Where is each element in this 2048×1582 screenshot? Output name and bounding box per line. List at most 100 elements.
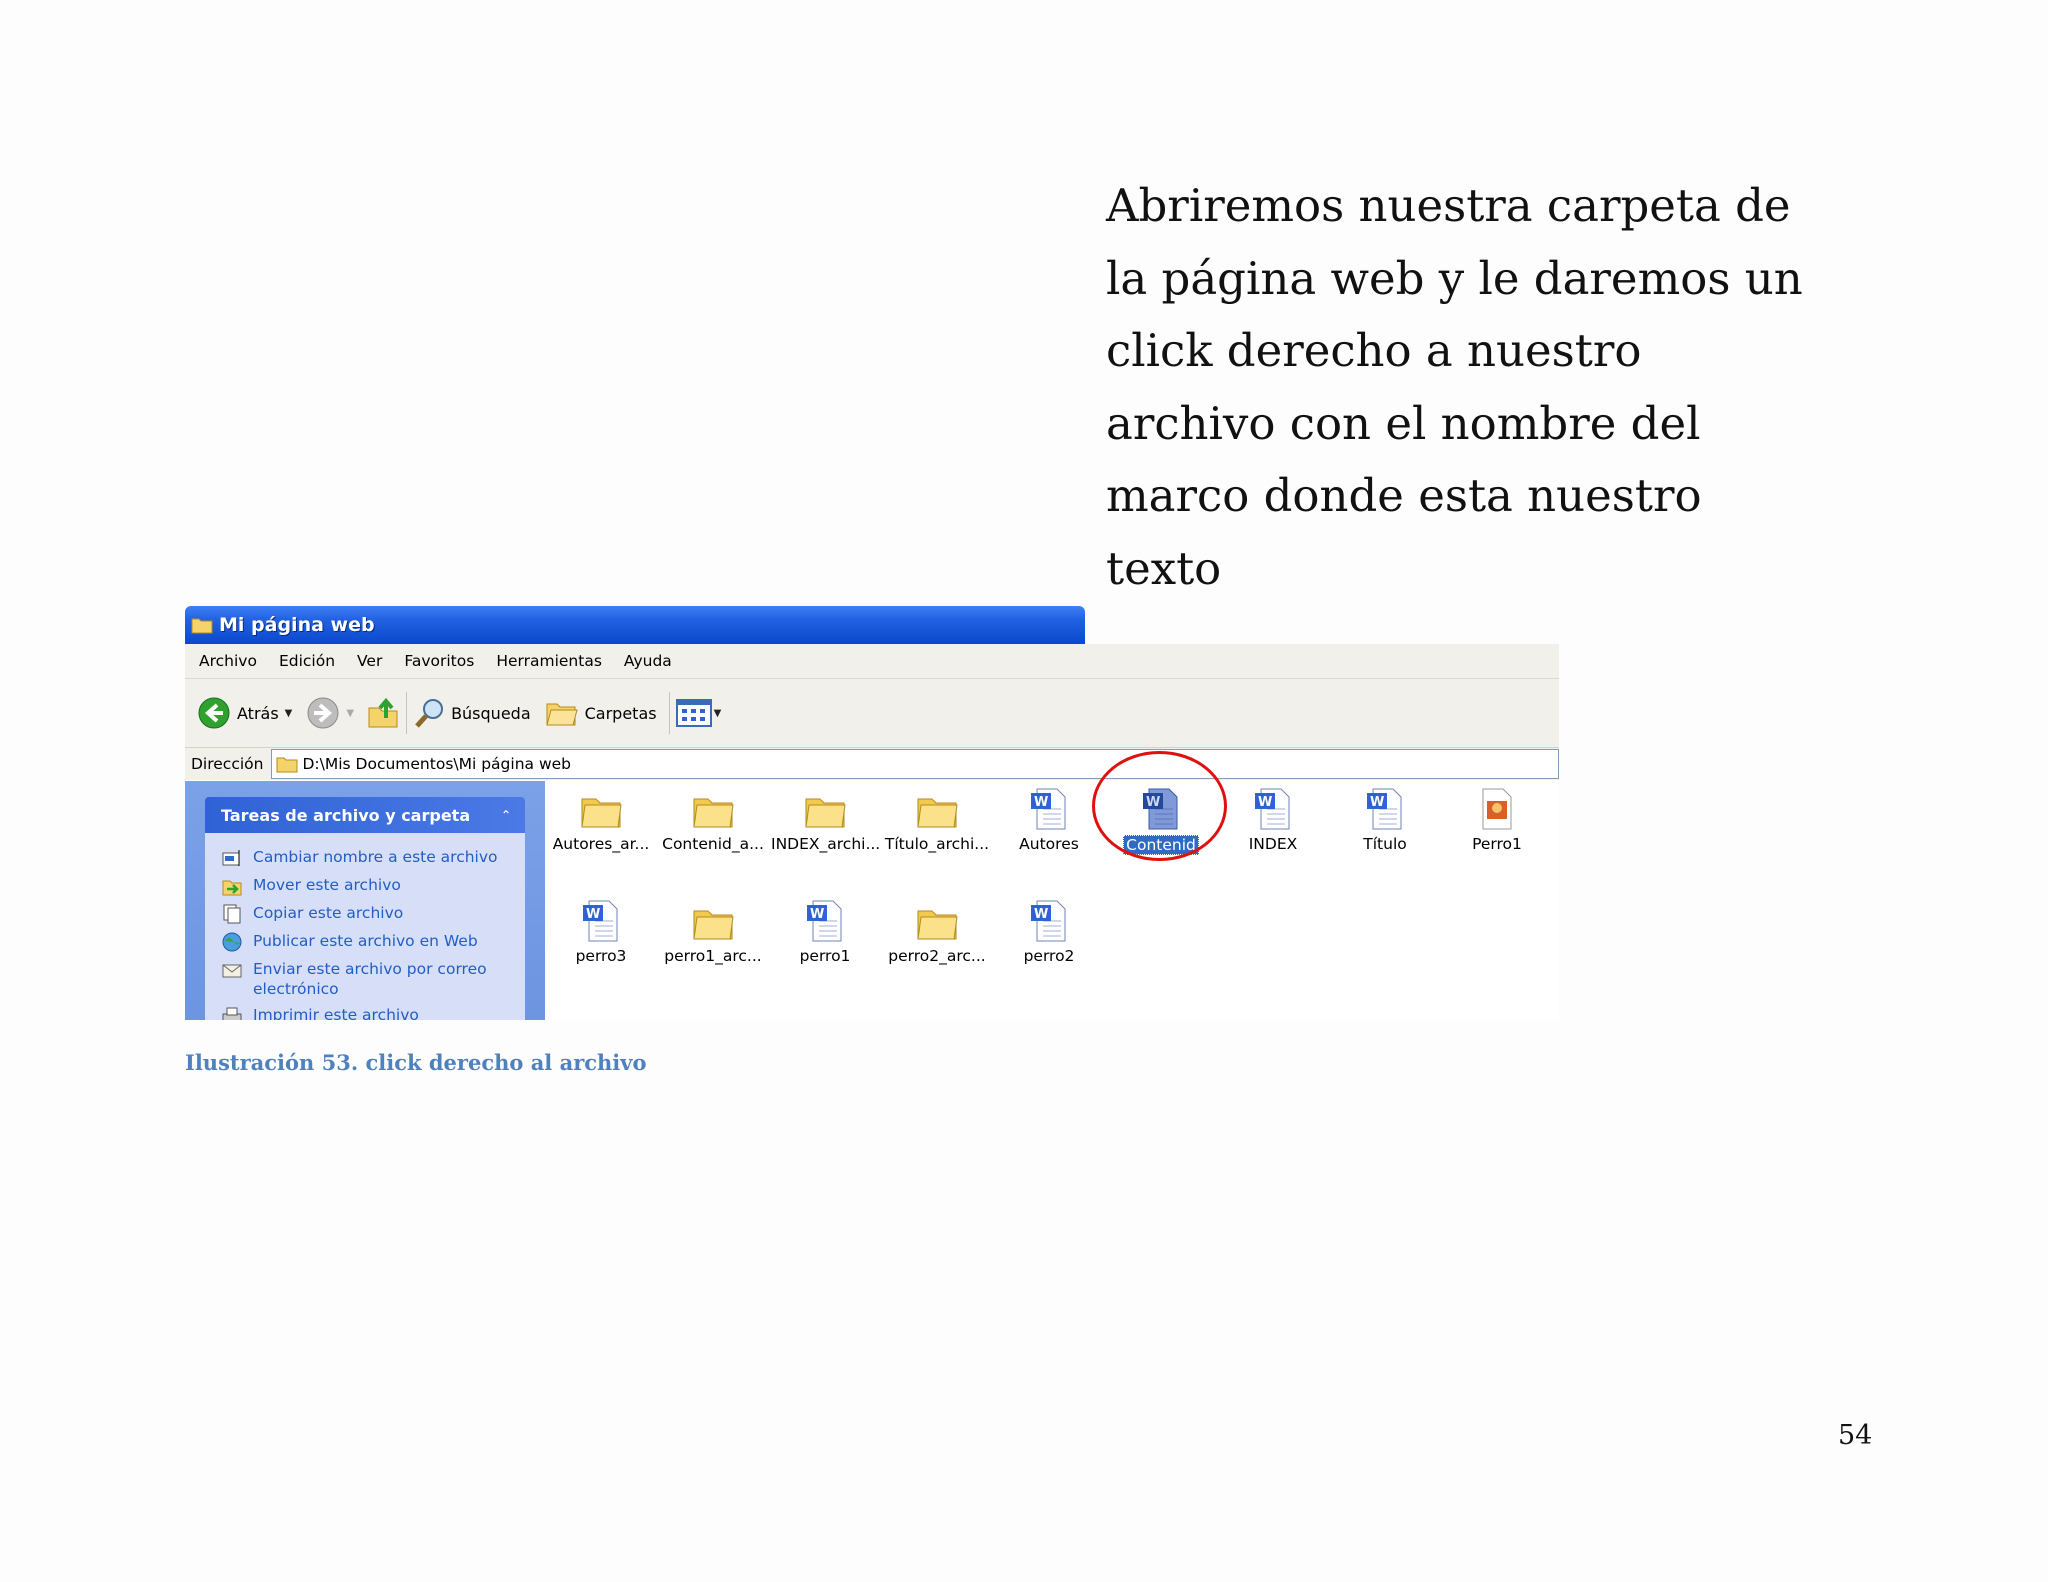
svg-text:W: W bbox=[810, 907, 824, 922]
folder-icon bbox=[581, 798, 622, 828]
file-label: perro1 bbox=[799, 947, 851, 965]
file-folder-tasks-panel: Tareas de archivo y carpeta ⌃ Cambiar no… bbox=[205, 797, 525, 1020]
explorer-screenshot: Mi página web Archivo Edición Ver Favori… bbox=[185, 606, 1559, 1020]
svg-text:W: W bbox=[1034, 907, 1048, 922]
back-arrow-icon bbox=[198, 697, 230, 729]
menu-archivo[interactable]: Archivo bbox=[199, 652, 257, 670]
folder-icon bbox=[276, 757, 298, 773]
tasks-panel-title: Tareas de archivo y carpeta bbox=[221, 805, 471, 825]
menu-bar: Archivo Edición Ver Favoritos Herramient… bbox=[185, 644, 1559, 679]
file-label: perro1_arc... bbox=[664, 947, 762, 965]
up-folder-icon bbox=[368, 697, 398, 728]
figure-caption: Ilustración 53. click derecho al archivo bbox=[185, 1050, 647, 1075]
window-title: Mi página web bbox=[219, 614, 375, 636]
task-print[interactable]: Imprimir este archivo bbox=[221, 1005, 525, 1020]
body-paragraph: Abriremos nuestra carpeta de la página w… bbox=[1106, 170, 1806, 605]
tasks-sidebar: Tareas de archivo y carpeta ⌃ Cambiar no… bbox=[185, 781, 545, 1020]
file-label: Autores_ar... bbox=[552, 835, 650, 853]
file-item-word[interactable]: W Autores bbox=[993, 787, 1105, 853]
body-line: marco donde esta nuestro bbox=[1106, 469, 1702, 522]
search-icon bbox=[415, 699, 444, 728]
word-document-icon: W bbox=[1255, 788, 1290, 830]
svg-text:W: W bbox=[1034, 795, 1048, 810]
folder-icon bbox=[191, 618, 213, 634]
views-button[interactable]: ▼ bbox=[675, 699, 728, 727]
search-button[interactable]: Búsqueda bbox=[413, 696, 531, 730]
body-line: Abriremos nuestra carpeta de bbox=[1106, 179, 1791, 232]
forward-button[interactable]: ▼ bbox=[306, 696, 360, 730]
toolbar: Atrás ▼ ▼ Búsqueda Carpetas ▼ bbox=[185, 679, 1559, 748]
forward-arrow-icon bbox=[307, 697, 339, 729]
file-item-folder[interactable]: Título_archi... bbox=[881, 791, 993, 853]
file-item-folder[interactable]: perro2_arc... bbox=[881, 903, 993, 965]
tasks-list: Cambiar nombre a este archivo Mover este… bbox=[205, 833, 525, 1020]
folders-label: Carpetas bbox=[584, 703, 657, 723]
body-line: texto bbox=[1106, 541, 1222, 595]
file-item-folder[interactable]: Contenid_a... bbox=[657, 791, 769, 853]
task-publish-web[interactable]: Publicar este archivo en Web bbox=[221, 931, 525, 953]
file-item-word[interactable]: W INDEX bbox=[1217, 787, 1329, 853]
file-label: Perro1 bbox=[1472, 835, 1522, 853]
task-label: Cambiar nombre a este archivo bbox=[253, 848, 498, 866]
move-icon bbox=[222, 880, 242, 896]
image-file-icon bbox=[1482, 788, 1512, 830]
address-field[interactable]: D:\Mis Documentos\Mi página web bbox=[271, 749, 1559, 779]
body-line: click derecho a nuestro bbox=[1106, 324, 1642, 377]
file-item-folder[interactable]: Autores_ar... bbox=[545, 791, 657, 853]
body-line: la página web y le daremos un bbox=[1106, 251, 1803, 305]
svg-text:W: W bbox=[586, 907, 600, 922]
word-document-icon: W bbox=[1031, 900, 1066, 942]
collapse-chevron-icon[interactable]: ⌃ bbox=[501, 808, 511, 822]
chevron-down-icon[interactable]: ▼ bbox=[285, 708, 293, 719]
back-button[interactable]: Atrás ▼ bbox=[197, 696, 298, 730]
task-copy[interactable]: Copiar este archivo bbox=[221, 903, 525, 925]
file-label: INDEX bbox=[1248, 835, 1298, 853]
task-label: Imprimir este archivo bbox=[253, 1006, 419, 1020]
menu-favoritos[interactable]: Favoritos bbox=[404, 652, 474, 670]
file-view: Autores_ar... Contenid_a... INDEX_archi.… bbox=[545, 781, 1559, 1020]
file-item-image[interactable]: Perro1 bbox=[1441, 787, 1553, 853]
svg-text:W: W bbox=[1258, 795, 1272, 810]
word-document-icon: W bbox=[1031, 788, 1066, 830]
file-item-word[interactable]: W perro1 bbox=[769, 899, 881, 965]
menu-ayuda[interactable]: Ayuda bbox=[624, 652, 672, 670]
chevron-down-icon[interactable]: ▼ bbox=[714, 708, 722, 719]
search-label: Búsqueda bbox=[451, 703, 531, 723]
file-item-folder[interactable]: INDEX_archi... bbox=[769, 791, 881, 853]
file-label: perro2 bbox=[1023, 947, 1075, 965]
file-label: perro2_arc... bbox=[888, 947, 986, 965]
print-icon bbox=[222, 1007, 242, 1020]
menu-edicion[interactable]: Edición bbox=[279, 652, 335, 670]
folders-button[interactable]: Carpetas bbox=[545, 698, 657, 728]
tasks-panel-header[interactable]: Tareas de archivo y carpeta ⌃ bbox=[205, 797, 525, 833]
up-folder-button[interactable] bbox=[366, 696, 400, 730]
window-titlebar[interactable]: Mi página web bbox=[185, 606, 1085, 644]
menu-herramientas[interactable]: Herramientas bbox=[496, 652, 602, 670]
word-document-icon: W bbox=[807, 900, 842, 942]
task-label: Mover este archivo bbox=[253, 876, 401, 894]
task-rename[interactable]: Cambiar nombre a este archivo bbox=[221, 847, 525, 869]
file-label: perro3 bbox=[575, 947, 627, 965]
file-label: INDEX_archi... bbox=[771, 835, 881, 853]
file-item-word[interactable]: W perro2 bbox=[993, 899, 1105, 965]
file-item-word[interactable]: W perro3 bbox=[545, 899, 657, 965]
task-label: Publicar este archivo en Web bbox=[253, 932, 478, 950]
copy-icon bbox=[223, 904, 241, 924]
file-label: Autores bbox=[1019, 835, 1079, 853]
task-email[interactable]: Enviar este archivo por correo electróni… bbox=[221, 959, 525, 999]
chevron-down-icon[interactable]: ▼ bbox=[346, 708, 354, 719]
svg-text:W: W bbox=[1370, 795, 1384, 810]
word-document-icon: W bbox=[583, 900, 618, 942]
task-move[interactable]: Mover este archivo bbox=[221, 875, 525, 897]
menu-ver[interactable]: Ver bbox=[357, 652, 382, 670]
address-path: D:\Mis Documentos\Mi página web bbox=[302, 755, 572, 773]
file-item-word[interactable]: W Título bbox=[1329, 787, 1441, 853]
folder-icon bbox=[917, 910, 958, 940]
file-item-folder[interactable]: perro1_arc... bbox=[657, 903, 769, 965]
highlight-circle bbox=[1092, 751, 1227, 861]
folder-icon bbox=[693, 910, 734, 940]
task-label: Enviar este archivo por correo electróni… bbox=[253, 960, 487, 998]
views-icon bbox=[675, 699, 712, 727]
publish-web-icon bbox=[222, 932, 242, 952]
folder-icon bbox=[693, 798, 734, 828]
